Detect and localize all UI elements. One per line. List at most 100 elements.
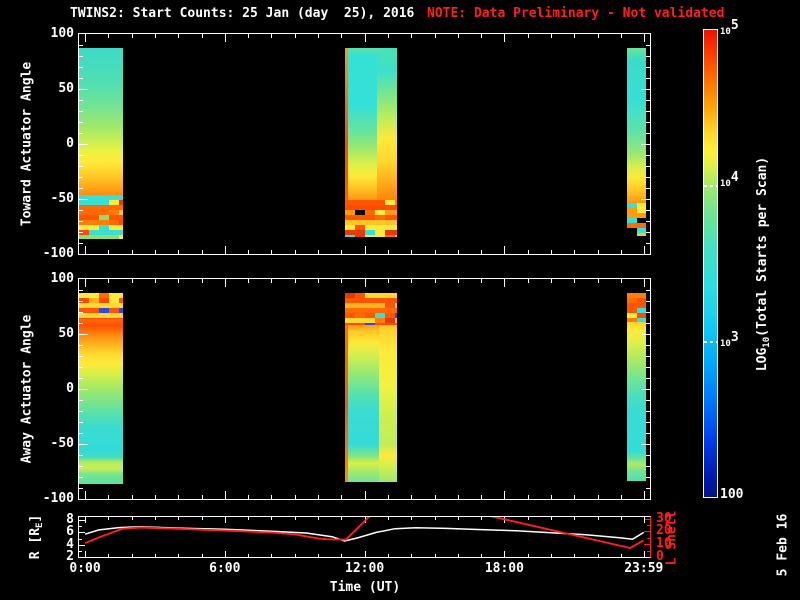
x-tick bbox=[644, 491, 645, 499]
y-tick bbox=[646, 312, 650, 313]
x-tick bbox=[132, 495, 133, 499]
spectrogram-mottle-cell bbox=[344, 323, 355, 326]
spectrogram-mottle-cell bbox=[354, 323, 365, 326]
spectrogram-mottle-cell bbox=[109, 318, 119, 319]
x-tick bbox=[85, 491, 86, 499]
x-tick bbox=[481, 34, 482, 38]
x-tick bbox=[178, 495, 179, 499]
x-tick bbox=[341, 34, 342, 38]
x-tick bbox=[295, 34, 296, 38]
spectrogram-mottle-cell bbox=[119, 234, 123, 239]
colorbar-tick-label: 100 bbox=[720, 487, 744, 502]
spectrogram-mottle-cell bbox=[637, 318, 647, 322]
y-tick bbox=[79, 243, 83, 244]
y-tick bbox=[79, 444, 88, 445]
orbit-lines-svg bbox=[84, 517, 645, 550]
x-tick bbox=[248, 34, 249, 38]
spectrogram-mottle-cell bbox=[119, 318, 123, 319]
spectrogram-mottle-cell bbox=[344, 234, 355, 238]
y-tick bbox=[646, 290, 650, 291]
x-tick bbox=[621, 495, 622, 499]
colorbar-tick-label: 104 bbox=[720, 170, 739, 190]
x-tick bbox=[225, 34, 226, 42]
y-tick bbox=[641, 89, 650, 90]
spectrogram-mottle-cell bbox=[99, 234, 109, 239]
x-tick bbox=[295, 495, 296, 499]
x-tick bbox=[574, 495, 575, 499]
y-tick bbox=[646, 111, 650, 112]
colorbar-tick-label: 103 bbox=[720, 330, 739, 350]
colorbar-decade-dash bbox=[704, 185, 717, 187]
spectrogram-mottle-cell bbox=[627, 232, 638, 237]
x-tick bbox=[458, 34, 459, 38]
y-tick bbox=[646, 188, 650, 189]
x-tick bbox=[504, 491, 505, 499]
y-tick bbox=[79, 312, 83, 313]
y-tick bbox=[79, 210, 83, 211]
spectrogram-mottle-cell bbox=[627, 318, 638, 322]
date-stamp: 5 Feb 16 bbox=[775, 513, 791, 577]
x-tick bbox=[528, 495, 529, 499]
y-tick-label: -50 bbox=[50, 191, 74, 206]
y-tick bbox=[646, 56, 650, 57]
x-tick-label: 18:00 bbox=[484, 561, 524, 576]
x-tick bbox=[225, 491, 226, 499]
x-tick bbox=[85, 279, 86, 287]
spectrogram-mottle-cell bbox=[384, 234, 395, 238]
y-tick bbox=[646, 466, 650, 467]
y-tick-label: 0 bbox=[66, 381, 74, 396]
page-title: TWINS2: Start Counts: 25 Jan (day 25), 2… bbox=[70, 6, 415, 21]
x-tick bbox=[318, 34, 319, 38]
away-spectrogram-layer bbox=[79, 279, 650, 499]
y-tick bbox=[79, 144, 88, 145]
spectrogram-mottle-cell bbox=[89, 318, 99, 319]
x-tick bbox=[388, 495, 389, 499]
y-tick bbox=[79, 400, 83, 401]
x-tick bbox=[155, 250, 156, 254]
spectrogram-mottle-cell bbox=[89, 234, 99, 239]
toward-spectrogram-layer bbox=[79, 34, 650, 254]
y-tick-label: 50 bbox=[58, 81, 74, 96]
y-tick-label: -100 bbox=[42, 491, 74, 506]
colorbar bbox=[703, 29, 718, 498]
x-tick-label: 12:00 bbox=[345, 561, 385, 576]
y-tick bbox=[79, 155, 83, 156]
x-tick bbox=[528, 34, 529, 38]
x-tick bbox=[178, 250, 179, 254]
x-tick bbox=[504, 34, 505, 42]
x-tick bbox=[132, 34, 133, 38]
x-tick bbox=[155, 495, 156, 499]
y-tick bbox=[646, 477, 650, 478]
spectrogram-mottle-cell bbox=[354, 234, 365, 238]
spectrogram-mottle-cell bbox=[364, 234, 375, 238]
y-tick bbox=[646, 411, 650, 412]
x-tick bbox=[435, 495, 436, 499]
y-tick bbox=[646, 177, 650, 178]
y-tick bbox=[79, 100, 83, 101]
y-tick bbox=[646, 100, 650, 101]
x-tick bbox=[295, 279, 296, 283]
x-tick bbox=[178, 34, 179, 38]
y-tick-label: 0 bbox=[66, 136, 74, 151]
y-tick bbox=[79, 199, 88, 200]
y-tick bbox=[646, 67, 650, 68]
x-tick bbox=[202, 495, 203, 499]
x-tick bbox=[411, 250, 412, 254]
y-tick bbox=[641, 144, 650, 145]
x-tick bbox=[225, 246, 226, 254]
x-tick bbox=[574, 279, 575, 283]
x-tick bbox=[411, 279, 412, 283]
y-tick bbox=[646, 45, 650, 46]
spectrogram-mottle-cell bbox=[79, 318, 89, 319]
x-tick bbox=[458, 279, 459, 283]
y-tick bbox=[79, 301, 83, 302]
x-tick bbox=[551, 34, 552, 38]
y-tick bbox=[79, 334, 88, 335]
spectrogram-mottle-cell bbox=[637, 232, 647, 237]
y-tick bbox=[79, 111, 83, 112]
x-tick bbox=[435, 250, 436, 254]
y-tick bbox=[646, 356, 650, 357]
colorbar-decade-dash bbox=[704, 341, 717, 343]
x-tick bbox=[365, 279, 366, 287]
orbit-line-layer bbox=[79, 517, 650, 557]
